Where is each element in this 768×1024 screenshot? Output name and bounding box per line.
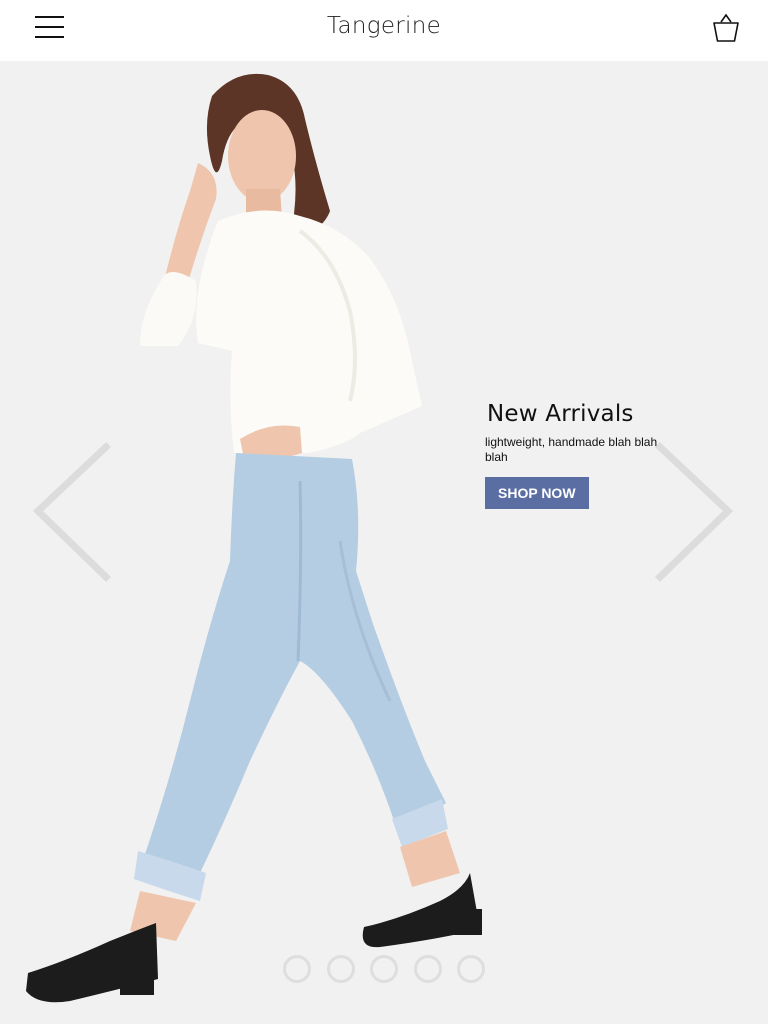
carousel-dot-4[interactable] bbox=[413, 955, 442, 983]
chevron-right-icon[interactable] bbox=[652, 441, 736, 588]
promo-title: New Arrivals bbox=[487, 401, 634, 427]
hero-carousel: New Arrivals lightweight, handmade blah … bbox=[0, 61, 768, 1024]
carousel-dot-1[interactable] bbox=[283, 955, 311, 983]
carousel-dot-3[interactable] bbox=[370, 955, 398, 983]
promo-subtitle: lightweight, handmade blah blah blah bbox=[485, 435, 658, 464]
carousel-pagination bbox=[283, 955, 501, 983]
carousel-dot-5[interactable] bbox=[457, 955, 485, 983]
top-navigation-bar: Tangerine bbox=[0, 0, 768, 61]
promo-panel: New Arrivals lightweight, handmade blah … bbox=[485, 401, 660, 509]
brand-title[interactable]: Tangerine bbox=[0, 13, 768, 39]
shopping-bag-icon[interactable] bbox=[711, 12, 741, 44]
shop-now-button[interactable]: SHOP NOW bbox=[485, 477, 589, 509]
chevron-left-icon[interactable] bbox=[30, 441, 114, 588]
carousel-dot-2[interactable] bbox=[326, 955, 355, 983]
